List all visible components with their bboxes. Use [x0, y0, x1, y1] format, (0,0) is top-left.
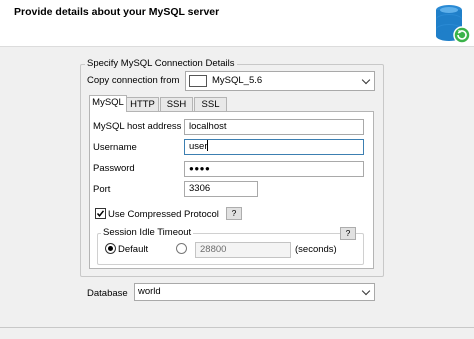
radio-dot — [108, 246, 113, 251]
port-input[interactable]: 3306 — [184, 181, 258, 197]
host-input[interactable]: localhost — [184, 119, 364, 135]
footer-divider — [0, 327, 474, 328]
session-help-button[interactable]: ? — [340, 227, 356, 240]
text-cursor — [207, 140, 209, 151]
copy-connection-label: Copy connection from — [87, 75, 180, 86]
checkmark-icon — [96, 210, 105, 217]
default-radio-label: Default — [118, 244, 149, 255]
compressed-help-button[interactable]: ? — [226, 207, 242, 220]
custom-timeout-input[interactable]: 28800 — [195, 242, 291, 258]
session-timeout-legend: Session Idle Timeout — [101, 227, 194, 238]
custom-timeout-radio[interactable] — [176, 243, 187, 254]
copy-connection-select[interactable]: MySQL_5.6 — [185, 71, 375, 91]
database-select[interactable]: world — [134, 283, 375, 301]
tab-ssh[interactable]: SSH — [160, 97, 193, 112]
default-radio[interactable] — [105, 243, 116, 254]
tab-ssl[interactable]: SSL — [194, 97, 227, 112]
database-refresh-icon — [432, 2, 472, 46]
database-value: world — [138, 286, 161, 297]
chevron-down-icon — [361, 75, 371, 85]
seconds-label: (seconds) — [295, 244, 337, 255]
username-value: user — [189, 141, 208, 152]
copy-connection-value: MySQL_5.6 — [212, 75, 263, 86]
host-label: MySQL host address — [93, 121, 182, 132]
chevron-down-icon — [361, 286, 371, 296]
username-label: Username — [93, 142, 137, 153]
password-label: Password — [93, 163, 135, 174]
tab-mysql[interactable]: MySQL — [89, 95, 127, 112]
tab-http[interactable]: HTTP — [126, 97, 159, 112]
page-title: Provide details about your MySQL server — [14, 6, 220, 18]
connection-details-legend: Specify MySQL Connection Details — [85, 58, 237, 69]
connection-swatch-icon — [189, 75, 207, 87]
password-input[interactable]: ●●●● — [184, 161, 364, 177]
port-label: Port — [93, 184, 111, 195]
compressed-label: Use Compressed Protocol — [108, 209, 219, 220]
username-input[interactable]: user — [184, 139, 364, 155]
compressed-checkbox[interactable] — [95, 208, 106, 219]
database-label: Database — [87, 288, 128, 299]
